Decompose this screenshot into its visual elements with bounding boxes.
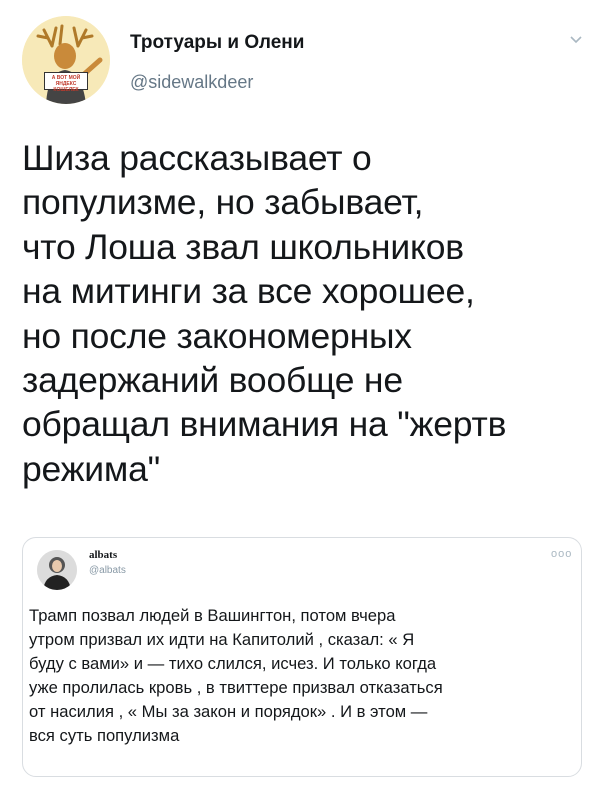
tweet-text-line: Шиза рассказывает о [22, 138, 372, 178]
author-name[interactable]: Тротуары и Олени [130, 32, 304, 54]
tweet-text-line: режима" [22, 448, 161, 489]
quoted-text-line: вся суть популизма [29, 726, 180, 745]
quoted-text-line: буду с вами» и — тихо слился, исчез. И т… [29, 654, 437, 673]
quoted-text-line: уже пролилась кровь , в твиттере призвал… [29, 678, 443, 697]
author-avatar[interactable]: А ВОТ МОЙ ЯНДЕКС КОШЕЛЕК [22, 16, 110, 104]
tweet-text: Шиза рассказывает о популизме, но забыва… [22, 136, 592, 491]
more-icon[interactable]: ooo [551, 548, 572, 560]
quoted-text-line: Трамп позвал людей в Вашингтон, потом вч… [29, 606, 396, 625]
tweet-header: А ВОТ МОЙ ЯНДЕКС КОШЕЛЕК Тротуары и Олен… [0, 0, 604, 120]
quoted-author-name[interactable]: albats [89, 549, 117, 561]
quoted-author-handle[interactable]: @albats [89, 565, 126, 576]
tweet-text-line: обращал внимания на "жертв [22, 404, 507, 445]
quoted-tweet-card[interactable]: albats @albats ooo Трамп позвал людей в … [22, 537, 582, 777]
person-photo-icon [37, 550, 77, 590]
tweet-text-line: задержаний вообще не [22, 360, 403, 401]
quoted-text-line: утром призвал их идти на Капитолий , ска… [29, 630, 415, 649]
author-handle[interactable]: @sidewalkdeer [130, 72, 253, 93]
chevron-down-icon[interactable] [568, 32, 584, 48]
tweet-text-line: но после закономерных [22, 315, 412, 356]
tweet-text-line: популизме, но забывает, [22, 182, 424, 223]
avatar-sign: А ВОТ МОЙ ЯНДЕКС КОШЕЛЕК [44, 72, 88, 93]
avatar-sign-line: ЯНДЕКС КОШЕЛЕК [53, 81, 79, 93]
tweet-text-line: на митинги за все хорошее, [22, 271, 475, 312]
tweet-text-line: что Лоша звал школьников [22, 226, 464, 267]
quoted-author-avatar[interactable] [37, 550, 77, 590]
quoted-text-line: от насилия , « Мы за закон и порядок» . … [29, 702, 428, 721]
quoted-tweet-text: Трамп позвал людей в Вашингтон, потом вч… [29, 604, 569, 748]
